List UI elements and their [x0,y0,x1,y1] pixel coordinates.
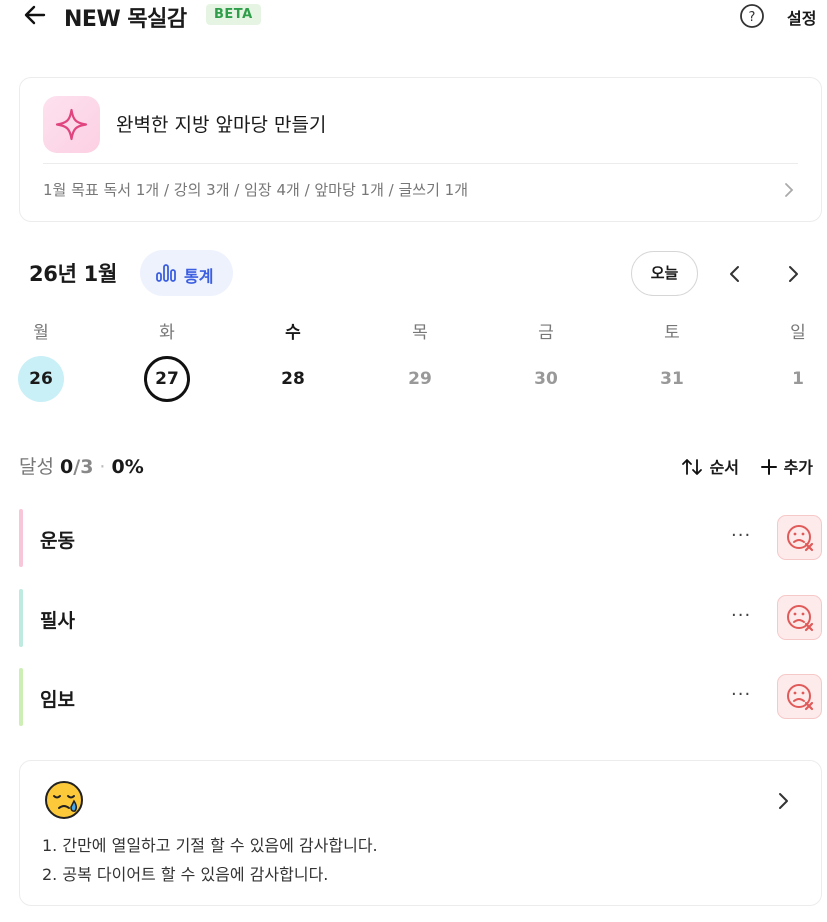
goal-card[interactable]: 완벽한 지방 앞마당 만들기 1월 목표 독서 1개 / 강의 3개 / 임장 … [19,77,822,222]
sparkle-icon [43,96,100,153]
plus-icon [761,459,777,475]
habit-name: 필사 [40,610,75,632]
settings-button[interactable]: 설정 [787,5,816,29]
progress-label: 달성 [19,456,54,478]
date-cell[interactable]: 30 [523,356,569,402]
weekday-mon: 월 [33,323,49,343]
sad-face-icon[interactable] [777,595,822,640]
goal-title: 완벽한 지방 앞마당 만들기 [116,114,327,136]
weekday-sun: 일 [790,323,806,343]
chevron-right-icon [779,793,788,809]
more-options-icon[interactable]: ··· [731,525,751,546]
date-cell-selected[interactable]: 27 [144,356,190,402]
weekday-thu: 목 [412,323,428,343]
svg-text:?: ? [749,10,756,25]
stats-label: 통계 [184,267,214,286]
progress-summary: 달성 0/3 · 0% [19,452,144,479]
progress-done: 0 [60,456,74,478]
chevron-right-icon [785,183,794,197]
weekday-tue: 화 [159,323,175,343]
top-bar: NEW 목실감 BETA ? 설정 [0,0,827,34]
habit-row-exercise[interactable]: 운동 ··· [19,509,827,567]
date-cell[interactable]: 29 [397,356,443,402]
order-button[interactable]: 순서 [682,454,739,478]
progress-total: /3 [73,456,94,478]
habit-name: 운동 [40,530,75,552]
weekday-fri: 금 [538,323,554,343]
stats-button[interactable]: 통계 [140,250,233,296]
tired-face-emoji-icon [45,781,83,819]
bar-chart-icon [156,264,176,282]
gratitude-line: 2. 공복 다이어트 할 수 있음에 감사합니다. [42,865,329,884]
habit-name: 임보 [40,689,75,711]
sad-face-icon[interactable] [777,515,822,560]
divider [43,163,798,164]
goal-summary: 1월 목표 독서 1개 / 강의 3개 / 임장 4개 / 앞마당 1개 / 글… [43,181,468,199]
date-cell[interactable]: 26 [18,356,64,402]
chevron-right-icon[interactable] [784,264,802,284]
back-arrow-icon[interactable] [22,2,48,28]
habit-color-bar [19,589,23,647]
sad-face-icon[interactable] [777,674,822,719]
add-label: 추가 [783,458,814,477]
page-title: NEW 목실감 [64,7,187,32]
habit-color-bar [19,509,23,567]
habit-color-bar [19,668,23,726]
progress-percent: 0% [111,456,144,478]
more-options-icon[interactable]: ··· [731,684,751,705]
weekday-wed: 수 [285,323,301,343]
chevron-left-icon[interactable] [726,264,744,284]
sort-icon [682,459,702,475]
beta-badge: BETA [206,4,261,25]
date-cell[interactable]: 28 [270,356,316,402]
habit-row-transcription[interactable]: 필사 ··· [19,589,827,647]
gratitude-line: 1. 간만에 열일하고 기절 할 수 있음에 감사합니다. [42,836,378,855]
month-label: 26년 1월 [29,262,117,286]
separator-dot: · [99,456,106,478]
help-icon[interactable]: ? [739,3,765,29]
date-cell[interactable]: 1 [775,356,821,402]
weekday-sat: 토 [664,323,680,343]
gratitude-card[interactable]: 1. 간만에 열일하고 기절 할 수 있음에 감사합니다. 2. 공복 다이어트… [19,760,822,906]
date-cell[interactable]: 31 [649,356,695,402]
habit-row-report[interactable]: 임보 ··· [19,668,827,726]
today-button[interactable]: 오늘 [631,251,698,296]
more-options-icon[interactable]: ··· [731,605,751,626]
add-button[interactable]: 추가 [760,454,813,478]
order-label: 순서 [709,458,740,477]
